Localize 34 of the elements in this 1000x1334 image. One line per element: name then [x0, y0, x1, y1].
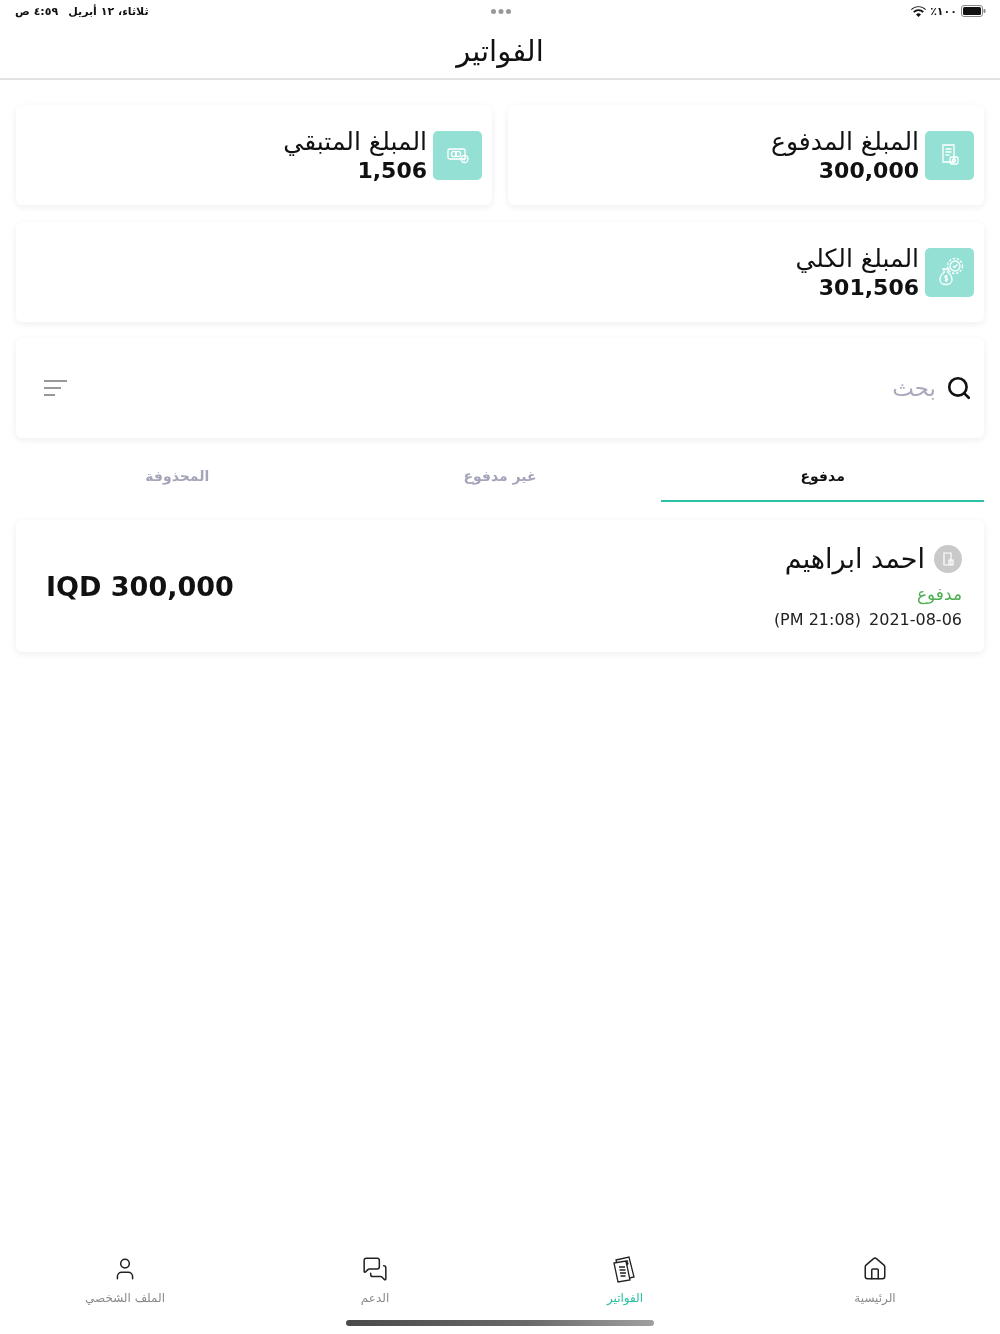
page-title: الفواتير [456, 34, 544, 68]
summary-value: 1,506 [357, 158, 427, 183]
wifi-icon [911, 5, 927, 17]
more-dots-icon[interactable] [490, 8, 511, 14]
tab[interactable]: غير مدفوع [338, 455, 662, 502]
search-field[interactable]: بحث [77, 371, 936, 405]
avatar-icon [934, 544, 962, 573]
home-icon [861, 1255, 889, 1283]
search-icon[interactable] [946, 375, 972, 401]
customer-name: احمد ابراهيم [784, 543, 925, 574]
nav-item[interactable]: الملف الشخصي [0, 1255, 250, 1305]
summary-value: 301,506 [818, 275, 919, 300]
invoice-time: (PM 21:08) [773, 610, 861, 629]
summary-label: المبلغ المدفوع [771, 127, 919, 156]
battery-icon [961, 5, 986, 17]
filter-icon[interactable] [44, 380, 67, 396]
tab[interactable]: مدفوع [661, 455, 984, 502]
status-date: ثلاثاء، ١٢ أبريل [68, 4, 149, 18]
receipt-icon [925, 130, 974, 180]
invoice-amount: IQD 300,000 [46, 570, 234, 602]
battery-percent: ٪١٠٠ [930, 4, 957, 18]
status-time: ٤:٥٩ ص [15, 4, 59, 18]
summary-label: المبلغ المتبقي [283, 127, 427, 156]
nav-item[interactable]: الرئيسية [750, 1255, 1000, 1305]
invoice-status: مدفوع [916, 584, 962, 604]
chat-bubbles-icon [361, 1255, 389, 1283]
money-bag-icon [925, 247, 974, 297]
banknote-icon [433, 130, 482, 180]
nav-item[interactable]: الدعم [250, 1255, 500, 1305]
tab[interactable]: المحذوفة [16, 455, 339, 502]
invoice-date: 2021-08-06 [869, 610, 962, 629]
nav-item[interactable]: الفواتير [500, 1255, 750, 1305]
summary-value: 300,000 [818, 158, 919, 183]
summary-label: المبلغ الكلي [795, 244, 919, 273]
